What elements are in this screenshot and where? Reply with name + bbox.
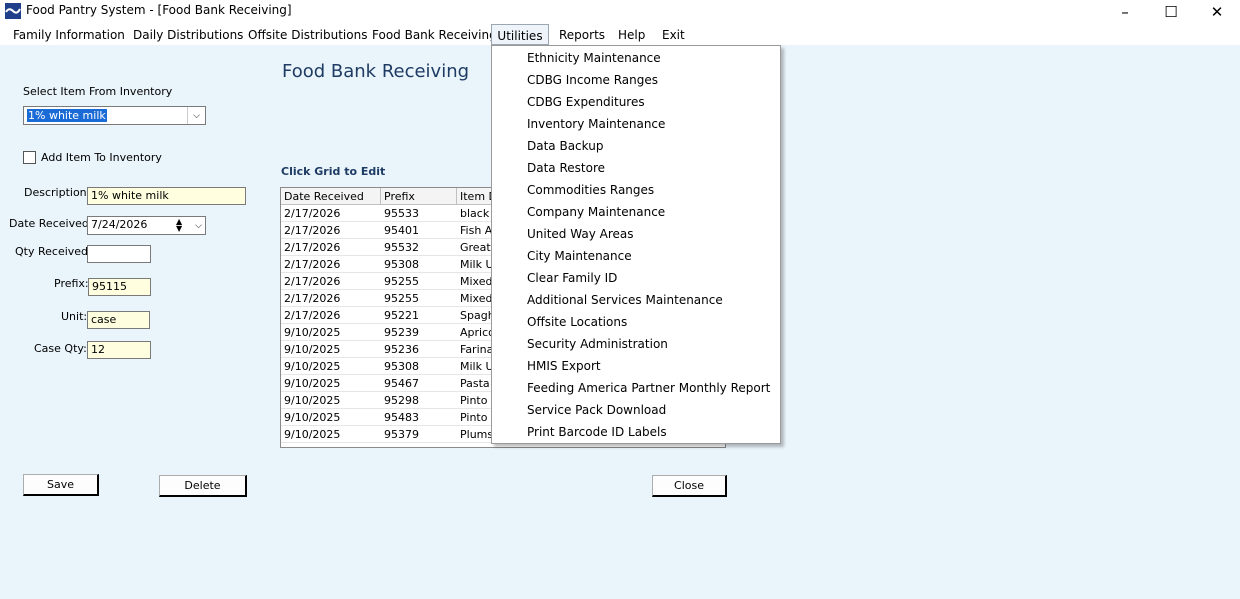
add-item-checkbox[interactable]	[23, 151, 36, 164]
title-bar: Food Pantry System - [Food Bank Receivin…	[0, 0, 1240, 24]
menu-reports[interactable]: Reports	[559, 24, 605, 45]
column-header-date-received[interactable]: Date Received	[281, 188, 381, 205]
menu-item-hmis-export[interactable]: HMIS Export	[527, 355, 601, 377]
cell-date-received[interactable]: 2/17/2026	[281, 307, 381, 324]
qty-received-field[interactable]	[87, 245, 151, 263]
spin-icon[interactable]: ▲ ▼	[176, 218, 182, 233]
cell-date-received[interactable]: 2/17/2026	[281, 290, 381, 307]
maximize-icon: ☐	[1164, 3, 1178, 21]
menu-item-data-restore[interactable]: Data Restore	[527, 157, 605, 179]
menu-item-additional-services-maintenance[interactable]: Additional Services Maintenance	[527, 289, 723, 311]
cell-prefix[interactable]: 95308	[381, 358, 457, 375]
cell-prefix[interactable]: 95255	[381, 273, 457, 290]
menu-item-security-administration[interactable]: Security Administration	[527, 333, 668, 355]
menu-exit[interactable]: Exit	[662, 24, 685, 45]
cell-prefix[interactable]: 95239	[381, 324, 457, 341]
menu-utilities[interactable]: Utilities	[491, 24, 549, 45]
menu-item-print-barcode-id-labels[interactable]: Print Barcode ID Labels	[527, 421, 667, 443]
menu-bar: Family Information Daily Distributions O…	[0, 24, 1240, 45]
menu-family-information[interactable]: Family Information	[13, 24, 125, 45]
menu-item-cdbg-expenditures[interactable]: CDBG Expenditures	[527, 91, 645, 113]
menu-item-clear-family-id[interactable]: Clear Family ID	[527, 267, 617, 289]
cell-date-received[interactable]: 9/10/2025	[281, 324, 381, 341]
menu-daily-distributions[interactable]: Daily Distributions	[133, 24, 243, 45]
case-qty-field[interactable]: 12	[87, 341, 151, 359]
cell-date-received[interactable]: 2/17/2026	[281, 273, 381, 290]
date-received-picker[interactable]: 7/24/2026 ▲ ▼ ⌵	[87, 216, 206, 235]
menu-item-cdbg-income-ranges[interactable]: CDBG Income Ranges	[527, 69, 658, 91]
cell-date-received[interactable]: 9/10/2025	[281, 358, 381, 375]
minimize-button[interactable]: –	[1102, 0, 1148, 24]
add-item-label: Add Item To Inventory	[41, 151, 162, 164]
cell-prefix[interactable]: 95298	[381, 392, 457, 409]
cell-prefix[interactable]: 95379	[381, 426, 457, 443]
cell-prefix[interactable]: 95533	[381, 205, 457, 222]
menu-item-feeding-america-partner-monthly-report[interactable]: Feeding America Partner Monthly Report	[527, 377, 770, 399]
cell-date-received[interactable]: 9/10/2025	[281, 392, 381, 409]
cell-prefix[interactable]: 95532	[381, 239, 457, 256]
cell-date-received[interactable]: 2/17/2026	[281, 222, 381, 239]
prefix-label: Prefix:	[54, 277, 89, 290]
unit-label: Unit:	[61, 310, 88, 323]
column-header-prefix[interactable]: Prefix	[381, 188, 457, 205]
chevron-down-icon[interactable]: ⌵	[187, 107, 205, 124]
menu-item-data-backup[interactable]: Data Backup	[527, 135, 603, 157]
menu-item-united-way-areas[interactable]: United Way Areas	[527, 223, 633, 245]
menu-help[interactable]: Help	[618, 24, 645, 45]
menu-item-offsite-locations[interactable]: Offsite Locations	[527, 311, 627, 333]
cell-prefix[interactable]: 95221	[381, 307, 457, 324]
description-field[interactable]: 1% white milk	[87, 187, 246, 205]
menu-offsite-distributions[interactable]: Offsite Distributions	[248, 24, 367, 45]
cell-date-received[interactable]: 2/17/2026	[281, 256, 381, 273]
case-qty-label: Case Qty:	[34, 342, 87, 355]
menu-item-service-pack-download[interactable]: Service Pack Download	[527, 399, 666, 421]
cell-date-received[interactable]: 2/17/2026	[281, 239, 381, 256]
cell-prefix[interactable]: 95467	[381, 375, 457, 392]
inventory-item-select-value: 1% white milk	[27, 109, 107, 122]
app-icon	[5, 3, 21, 19]
close-button[interactable]: Close	[652, 475, 727, 497]
menu-food-bank-receiving[interactable]: Food Bank Receiving	[372, 24, 497, 45]
cell-date-received[interactable]: 9/10/2025	[281, 409, 381, 426]
delete-button[interactable]: Delete	[159, 475, 247, 497]
unit-field[interactable]: case	[87, 311, 150, 329]
cell-date-received[interactable]: 9/10/2025	[281, 426, 381, 443]
cell-prefix[interactable]: 95401	[381, 222, 457, 239]
description-label: Description:	[24, 186, 91, 199]
window-title: Food Pantry System - [Food Bank Receivin…	[26, 3, 292, 17]
utilities-dropdown-menu: Ethnicity Maintenance CDBG Income Ranges…	[491, 45, 781, 444]
grid-caption: Click Grid to Edit	[281, 165, 386, 178]
save-button[interactable]: Save	[23, 474, 99, 496]
page-title: Food Bank Receiving	[282, 61, 470, 82]
cell-date-received[interactable]: 9/10/2025	[281, 341, 381, 358]
select-item-label: Select Item From Inventory	[23, 85, 173, 98]
close-icon: ✕	[1210, 3, 1224, 21]
date-received-label: Date Received:	[9, 217, 93, 230]
menu-item-commodities-ranges[interactable]: Commodities Ranges	[527, 179, 654, 201]
cell-prefix[interactable]: 95255	[381, 290, 457, 307]
maximize-button[interactable]: ☐	[1148, 0, 1194, 24]
qty-received-label: Qty Received:	[15, 245, 92, 258]
chevron-down-icon[interactable]: ⌵	[195, 218, 202, 234]
cell-prefix[interactable]: 95308	[381, 256, 457, 273]
close-window-button[interactable]: ✕	[1194, 0, 1240, 24]
cell-date-received[interactable]: 2/17/2026	[281, 205, 381, 222]
date-received-value: 7/24/2026	[91, 218, 148, 231]
minimize-icon: –	[1121, 3, 1129, 21]
inventory-item-select[interactable]: 1% white milk ⌵	[23, 106, 206, 125]
menu-item-city-maintenance[interactable]: City Maintenance	[527, 245, 632, 267]
menu-item-inventory-maintenance[interactable]: Inventory Maintenance	[527, 113, 665, 135]
prefix-field[interactable]: 95115	[88, 278, 151, 296]
cell-prefix[interactable]: 95236	[381, 341, 457, 358]
cell-prefix[interactable]: 95483	[381, 409, 457, 426]
cell-date-received[interactable]: 9/10/2025	[281, 375, 381, 392]
menu-item-ethnicity-maintenance[interactable]: Ethnicity Maintenance	[527, 47, 661, 69]
menu-item-company-maintenance[interactable]: Company Maintenance	[527, 201, 665, 223]
